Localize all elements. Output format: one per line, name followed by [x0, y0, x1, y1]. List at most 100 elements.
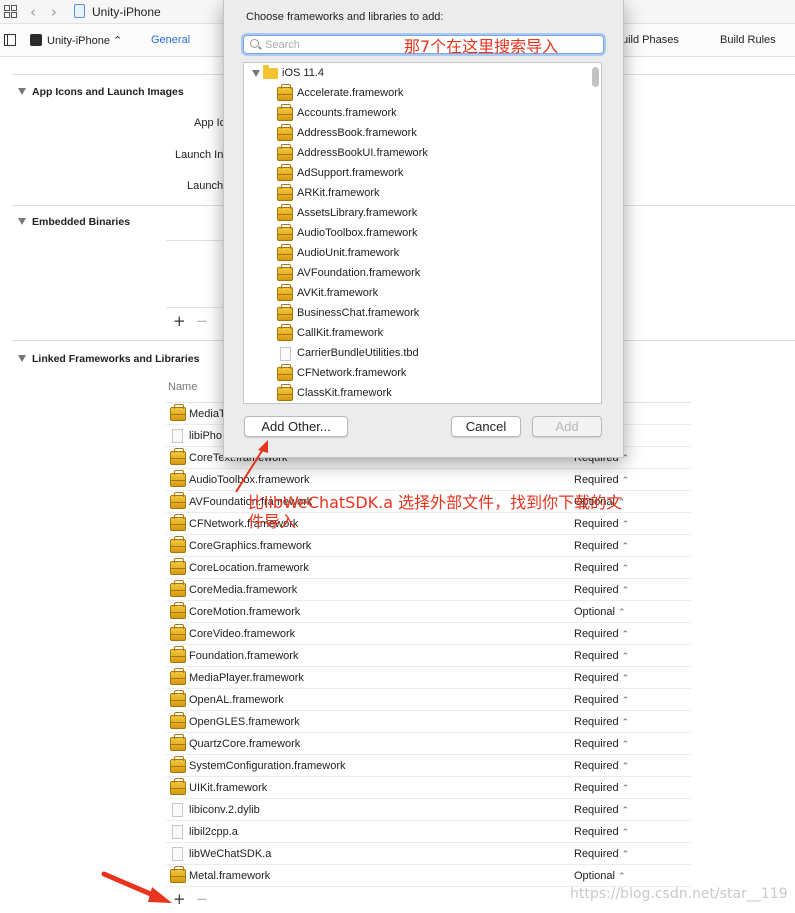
tab-general[interactable]: General: [151, 34, 190, 46]
status-popup[interactable]: Required ⌃: [574, 760, 629, 772]
add-plus-icon[interactable]: +: [173, 312, 186, 330]
tree-item[interactable]: AddressBookUI.framework: [244, 144, 589, 164]
status-popup[interactable]: Required ⌃: [574, 584, 629, 596]
grid-icon[interactable]: [4, 5, 17, 18]
updown-chevron-icon: ⌃: [621, 828, 630, 838]
status-label: Required: [574, 694, 619, 706]
disclosure-triangle-icon[interactable]: [252, 70, 260, 77]
table-row[interactable]: QuartzCore.framework Required ⌃: [166, 733, 691, 755]
status-popup[interactable]: Required ⌃: [574, 562, 629, 574]
status-label: Required: [574, 650, 619, 662]
status-popup[interactable]: Required ⌃: [574, 782, 629, 794]
back-chevron-icon[interactable]: ‹: [30, 3, 36, 21]
table-row[interactable]: CoreGraphics.framework Required ⌃: [166, 535, 691, 557]
tree-item[interactable]: ARKit.framework: [244, 184, 589, 204]
column-header-name[interactable]: Name: [168, 381, 197, 393]
tree-item[interactable]: AudioToolbox.framework: [244, 224, 589, 244]
tree-item-label: BusinessChat.framework: [297, 307, 420, 319]
table-row[interactable]: OpenAL.framework Required ⌃: [166, 689, 691, 711]
status-label: Required: [574, 804, 619, 816]
framework-tree[interactable]: iOS 11.4 Accelerate.framework Accounts.fr…: [243, 62, 602, 404]
tree-item-label: AssetsLibrary.framework: [297, 207, 418, 219]
table-row[interactable]: OpenGLES.framework Required ⌃: [166, 711, 691, 733]
tree-item[interactable]: Accelerate.framework: [244, 84, 589, 104]
table-row[interactable]: CoreVideo.framework Required ⌃: [166, 623, 691, 645]
table-row[interactable]: Metal.framework Optional ⌃: [166, 865, 691, 887]
status-popup[interactable]: Optional ⌃: [574, 870, 626, 882]
table-row[interactable]: CoreLocation.framework Required ⌃: [166, 557, 691, 579]
status-popup[interactable]: Optional ⌃: [574, 606, 626, 618]
framework-name: MediaT: [189, 408, 226, 420]
disclosure-triangle-icon[interactable]: [18, 355, 26, 362]
tree-scrollbar[interactable]: [591, 65, 599, 403]
table-row[interactable]: MediaPlayer.framework Required ⌃: [166, 667, 691, 689]
tree-item[interactable]: BusinessChat.framework: [244, 304, 589, 324]
framework-icon: [277, 164, 293, 181]
status-popup[interactable]: Required ⌃: [574, 672, 629, 684]
status-label: Required: [574, 716, 619, 728]
target-selector[interactable]: Unity-iPhone ⌃: [47, 34, 122, 47]
status-popup[interactable]: Required ⌃: [574, 474, 629, 486]
tree-item[interactable]: AddressBook.framework: [244, 124, 589, 144]
updown-chevron-icon: ⌃: [621, 652, 630, 662]
status-popup[interactable]: Required ⌃: [574, 738, 629, 750]
tree-item[interactable]: CFNetwork.framework: [244, 364, 589, 384]
status-label: Required: [574, 540, 619, 552]
framework-icon: [277, 364, 293, 381]
section-app-icons[interactable]: App Icons and Launch Images: [18, 86, 184, 98]
status-popup[interactable]: Required ⌃: [574, 716, 629, 728]
table-row[interactable]: UIKit.framework Required ⌃: [166, 777, 691, 799]
table-row[interactable]: Foundation.framework Required ⌃: [166, 645, 691, 667]
updown-chevron-icon: ⌃: [617, 872, 626, 882]
section-embedded-binaries[interactable]: Embedded Binaries: [18, 216, 130, 228]
table-row[interactable]: SystemConfiguration.framework Required ⌃: [166, 755, 691, 777]
status-popup[interactable]: Required ⌃: [574, 804, 629, 816]
section-linked-frameworks[interactable]: Linked Frameworks and Libraries: [18, 353, 199, 365]
tree-item[interactable]: Accounts.framework: [244, 104, 589, 124]
table-row[interactable]: CoreMedia.framework Required ⌃: [166, 579, 691, 601]
forward-chevron-icon[interactable]: ›: [51, 3, 57, 21]
status-popup[interactable]: Required ⌃: [574, 826, 629, 838]
framework-name: libWeChatSDK.a: [189, 848, 272, 860]
tree-folder-ios[interactable]: iOS 11.4: [244, 64, 589, 84]
table-row[interactable]: libiconv.2.dylib Required ⌃: [166, 799, 691, 821]
cancel-button[interactable]: Cancel: [451, 416, 521, 437]
status-popup[interactable]: Required ⌃: [574, 540, 629, 552]
tab-build-rules[interactable]: Build Rules: [720, 34, 776, 46]
status-popup[interactable]: Required ⌃: [574, 628, 629, 640]
tree-item-label: ARKit.framework: [297, 187, 380, 199]
status-popup[interactable]: Required ⌃: [574, 650, 629, 662]
tree-item[interactable]: AdSupport.framework: [244, 164, 589, 184]
framework-icon: [277, 264, 293, 281]
tree-item[interactable]: AVKit.framework: [244, 284, 589, 304]
table-row[interactable]: CoreMotion.framework Optional ⌃: [166, 601, 691, 623]
table-row[interactable]: libWeChatSDK.a Required ⌃: [166, 843, 691, 865]
tree-item[interactable]: CarrierBundleUtilities.tbd: [244, 344, 589, 364]
updown-chevron-icon: ⌃: [621, 740, 630, 750]
framework-name: CoreGraphics.framework: [189, 540, 312, 552]
tree-item[interactable]: AssetsLibrary.framework: [244, 204, 589, 224]
disclosure-triangle-icon[interactable]: [18, 218, 26, 225]
framework-name: OpenAL.framework: [189, 694, 284, 706]
tab-build-phases[interactable]: uild Phases: [622, 34, 679, 46]
remove-minus-icon[interactable]: −: [196, 890, 209, 908]
tree-item[interactable]: AVFoundation.framework: [244, 264, 589, 284]
tree-item[interactable]: AudioUnit.framework: [244, 244, 589, 264]
add-other-button[interactable]: Add Other...: [244, 416, 348, 437]
add-button[interactable]: Add: [532, 416, 602, 437]
framework-icon: [277, 384, 293, 401]
framework-name: MediaPlayer.framework: [189, 672, 304, 684]
tree-item[interactable]: ClassKit.framework: [244, 384, 589, 403]
status-popup[interactable]: Required ⌃: [574, 694, 629, 706]
search-input[interactable]: [265, 37, 415, 52]
framework-name: libiPho: [189, 430, 223, 442]
table-row[interactable]: libil2cpp.a Required ⌃: [166, 821, 691, 843]
remove-minus-icon[interactable]: −: [196, 312, 209, 330]
framework-icon: [277, 284, 293, 301]
status-popup[interactable]: Required ⌃: [574, 848, 629, 860]
tree-item[interactable]: CallKit.framework: [244, 324, 589, 344]
sidebar-toggle-icon[interactable]: [4, 34, 16, 46]
disclosure-triangle-icon[interactable]: [18, 88, 26, 95]
scrollbar-thumb[interactable]: [592, 67, 599, 87]
project-file-icon: [74, 4, 85, 18]
